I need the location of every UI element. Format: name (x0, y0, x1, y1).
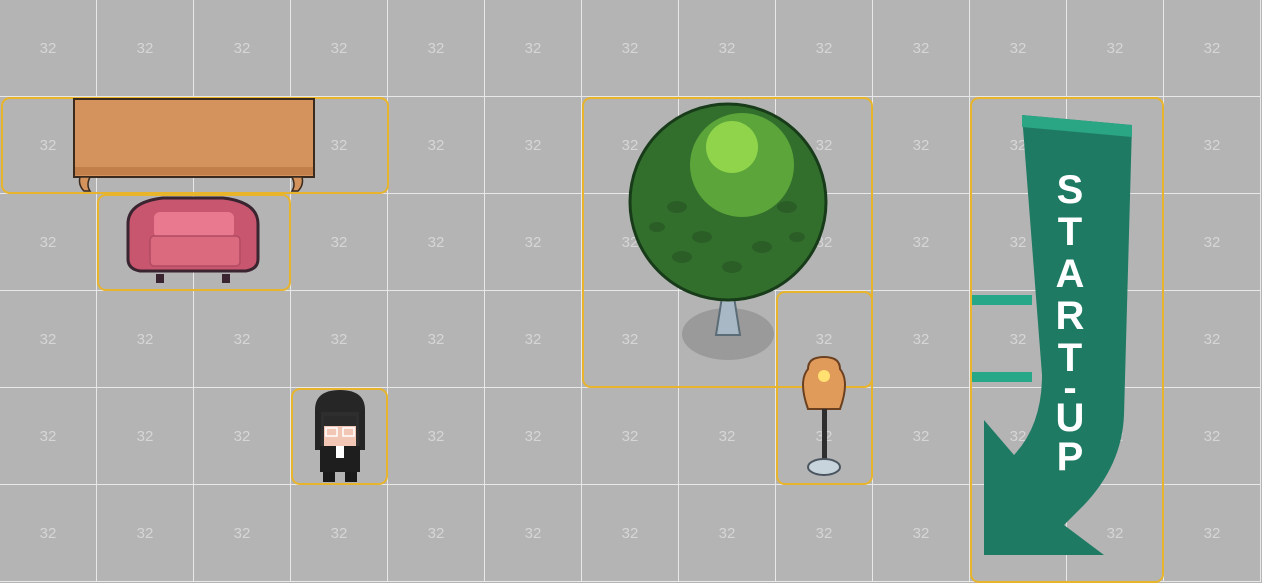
tile-cell[interactable]: 32 (485, 388, 582, 485)
tile-cell[interactable]: 32 (97, 485, 194, 582)
tile-cell[interactable]: 32 (485, 97, 582, 194)
tile-cell[interactable]: 32 (873, 388, 970, 485)
sign-letter: U (1056, 396, 1085, 440)
tile-cell[interactable]: 32 (388, 485, 485, 582)
tile-cell[interactable]: 32 (679, 0, 776, 97)
tile-cell[interactable]: 32 (194, 291, 291, 388)
sign-letter: P (1057, 435, 1084, 479)
tile-cell[interactable]: 32 (194, 0, 291, 97)
tile-cell[interactable]: 32 (485, 194, 582, 291)
tile-cell[interactable]: 32 (582, 388, 679, 485)
tile-cell[interactable]: 32 (776, 485, 873, 582)
tile-cell[interactable]: 32 (388, 0, 485, 97)
tile-cell[interactable]: 32 (1164, 0, 1261, 97)
tile-cell[interactable]: 32 (1164, 194, 1261, 291)
tile-cell[interactable]: 32 (0, 485, 97, 582)
tile-cell[interactable]: 32 (194, 388, 291, 485)
tile-cell[interactable]: 32 (582, 0, 679, 97)
tile-cell[interactable]: 32 (388, 97, 485, 194)
tile-cell[interactable]: 32 (1164, 485, 1261, 582)
tile-cell[interactable]: 32 (485, 291, 582, 388)
tile-cell[interactable]: 32 (194, 485, 291, 582)
tile-cell[interactable]: 32 (388, 388, 485, 485)
sign-letter: A (1056, 252, 1085, 296)
tile-cell[interactable]: 32 (873, 291, 970, 388)
tile-cell[interactable]: 32 (679, 388, 776, 485)
tile-cell[interactable]: 32 (291, 485, 388, 582)
tile-cell[interactable]: 32 (97, 291, 194, 388)
character-sprite (315, 390, 365, 482)
tile-cell[interactable]: 32 (873, 194, 970, 291)
tile-cell[interactable]: 32 (97, 0, 194, 97)
tile-cell[interactable]: 32 (0, 0, 97, 97)
table-sprite (73, 98, 315, 192)
tile-cell[interactable]: 32 (388, 291, 485, 388)
sign-letter: R (1056, 294, 1085, 338)
tile-cell[interactable]: 32 (679, 485, 776, 582)
tile-cell[interactable]: 32 (485, 485, 582, 582)
tile-cell[interactable]: 32 (291, 291, 388, 388)
tile-cell[interactable]: 32 (0, 194, 97, 291)
tile-cell[interactable]: 32 (582, 485, 679, 582)
tile-cell[interactable]: 32 (970, 0, 1067, 97)
tile-cell[interactable]: 32 (1067, 0, 1164, 97)
tile-cell[interactable]: 32 (1164, 97, 1261, 194)
sofa-sprite (126, 196, 260, 283)
sign-letter: T (1058, 210, 1082, 254)
startup-sign-text: S T A R T - U P (1056, 168, 1085, 479)
tile-cell[interactable]: 32 (388, 194, 485, 291)
tile-cell[interactable]: 32 (1164, 388, 1261, 485)
tile-cell[interactable]: 32 (0, 291, 97, 388)
tile-cell[interactable]: 32 (776, 0, 873, 97)
tile-cell[interactable]: 32 (0, 388, 97, 485)
tile-cell[interactable]: 32 (97, 388, 194, 485)
tile-cell[interactable]: 32 (291, 194, 388, 291)
tile-cell[interactable]: 32 (873, 97, 970, 194)
tile-cell[interactable]: 32 (485, 0, 582, 97)
lamp-sprite (802, 355, 846, 476)
sign-letter: S (1057, 168, 1084, 212)
tile-cell[interactable]: 32 (873, 485, 970, 582)
tile-cell[interactable]: 32 (291, 0, 388, 97)
tile-cell[interactable]: 32 (1164, 291, 1261, 388)
tile-cell[interactable]: 32 (873, 0, 970, 97)
